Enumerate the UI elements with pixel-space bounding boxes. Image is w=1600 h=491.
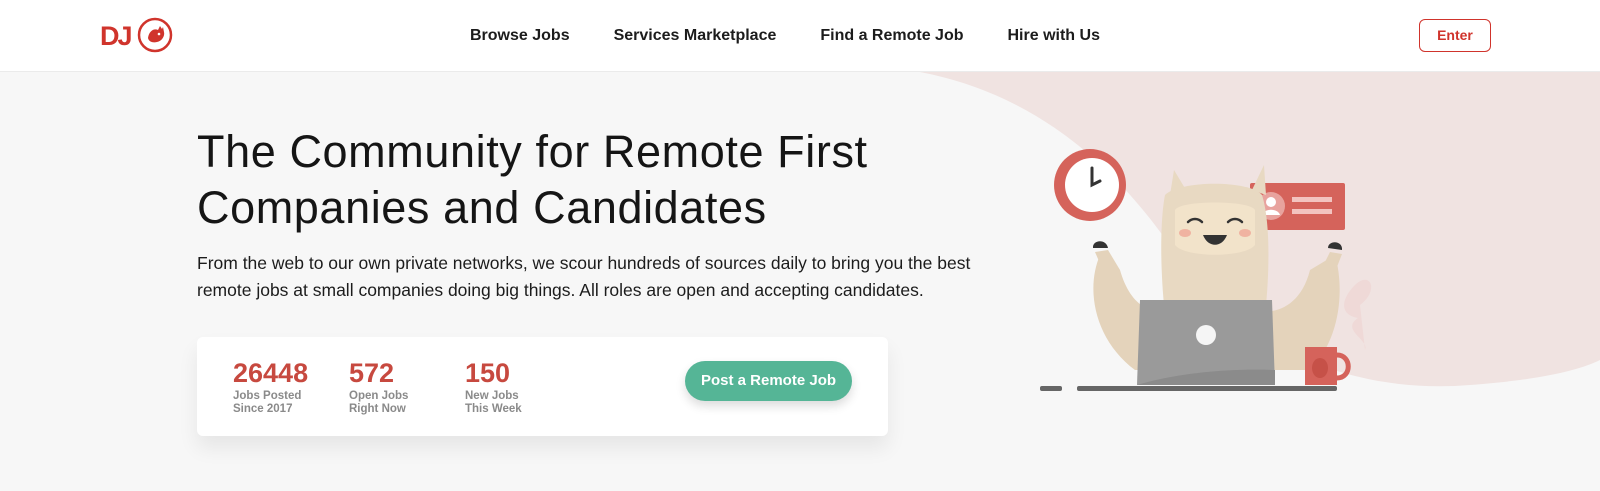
site-logo[interactable]: DJ [100,16,174,54]
nav-find-remote-job[interactable]: Find a Remote Job [820,27,963,45]
stats-card: 26448 Jobs Posted Since 2017 572 Open Job… [197,337,888,436]
hero-title-line-1: The Community for Remote First [197,126,868,177]
stat-label: Open Jobs Right Now [349,390,409,415]
stat-value: 572 [349,358,395,388]
hero-title-line-2: Companies and Candidates [197,182,767,233]
nav-hire-with-us[interactable]: Hire with Us [1008,27,1100,45]
llama-logo-icon [137,17,173,53]
nav-browse-jobs[interactable]: Browse Jobs [470,27,570,45]
stat-open-jobs: 572 Open Jobs Right Now [349,359,439,416]
logo-text: DJ [100,21,132,51]
stat-value: 150 [465,358,511,388]
laptop-icon [1137,300,1275,385]
stat-label: Jobs Posted Since 2017 [233,390,302,415]
post-remote-job-button[interactable]: Post a Remote Job [685,361,852,401]
enter-button[interactable]: Enter [1419,19,1491,52]
stat-label: New Jobs This Week [465,390,522,415]
stat-jobs-posted: 26448 Jobs Posted Since 2017 [233,359,323,416]
hero-description: From the web to our own private networks… [197,253,971,300]
llama-with-laptop-illustration [1040,149,1372,391]
stat-value: 26448 [233,358,309,388]
hero-title: The Community for Remote First Companies… [197,124,957,236]
nav-services-marketplace[interactable]: Services Marketplace [614,27,777,45]
coffee-mug-icon [1305,347,1351,385]
stat-new-jobs: 150 New Jobs This Week [465,359,555,416]
clock-icon [1054,149,1126,221]
main-nav: Browse Jobs Services Marketplace Find a … [470,0,1100,72]
site-header: DJ Browse Jobs Services Marketplace Find… [0,0,1600,72]
